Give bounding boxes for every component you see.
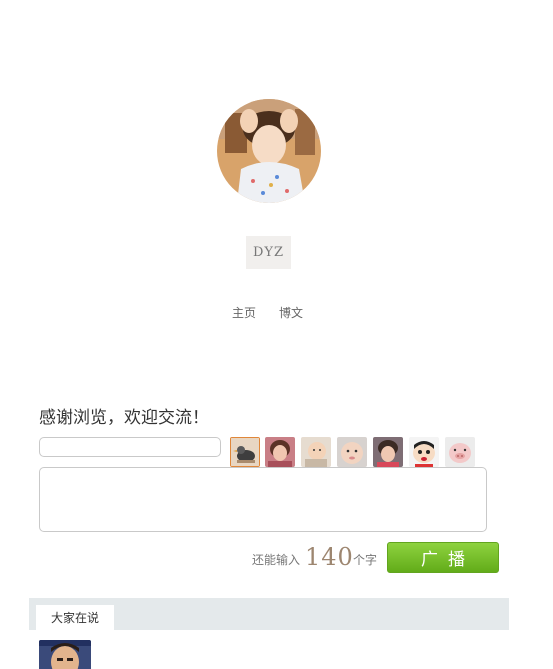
pig-face-icon[interactable]	[445, 437, 475, 467]
remaining-chars: 140	[305, 543, 354, 571]
duck-face-icon[interactable]	[230, 437, 260, 467]
char-counter: 还能输入 140 个字	[250, 543, 380, 573]
profile-nav: 主页 博文	[0, 304, 553, 322]
crayon-shin-chan-face-icon[interactable]	[409, 437, 439, 467]
baby-face-icon[interactable]	[337, 437, 367, 467]
nickname-input[interactable]	[39, 437, 221, 457]
profile-name: DYZ	[246, 236, 291, 269]
tab-everyone-says[interactable]: 大家在说	[36, 605, 114, 630]
comments-tabbar: 大家在说	[29, 598, 509, 630]
message-board-title: 感谢浏览，欢迎交流！	[39, 408, 209, 428]
nav-blog-link[interactable]: 博文	[279, 304, 303, 321]
broadcast-button[interactable]: 广播	[387, 542, 499, 573]
girl-face-icon[interactable]	[265, 437, 295, 467]
counter-prefix: 还能输入	[252, 553, 301, 567]
profile-avatar[interactable]	[217, 99, 321, 203]
counter-suffix: 个字	[353, 553, 378, 567]
message-textarea[interactable]	[39, 467, 487, 532]
face-selector	[230, 437, 480, 467]
girl-face-icon[interactable]	[373, 437, 403, 467]
baby-face-icon[interactable]	[301, 437, 331, 467]
nav-home-link[interactable]: 主页	[232, 304, 256, 321]
comment-avatar[interactable]	[39, 640, 91, 669]
